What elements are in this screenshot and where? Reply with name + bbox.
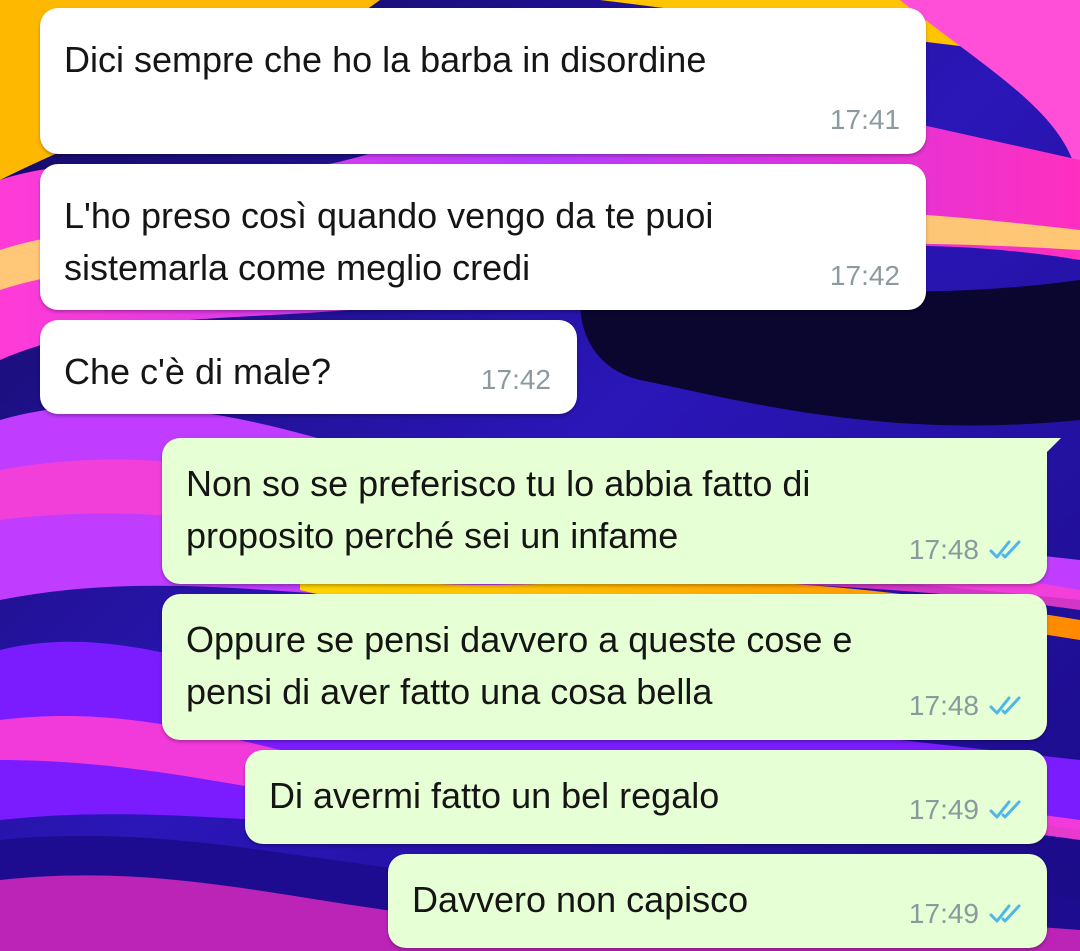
message-bubble-incoming[interactable]: L'ho preso così quando vengo da te puoi …	[40, 164, 926, 310]
message-bubble-outgoing[interactable]: Oppure se pensi davvero a queste cose e …	[162, 594, 1047, 740]
message-timestamp: 17:48	[908, 534, 979, 565]
message-meta: 17:49	[909, 898, 1021, 930]
message-meta: 17:48	[909, 534, 1021, 566]
message-text: Oppure se pensi davvero a queste cose e …	[186, 619, 853, 712]
double-check-icon	[989, 696, 1021, 715]
message-meta: 17:48	[909, 690, 1021, 722]
message-bubble-outgoing[interactable]: Di avermi fatto un bel regalo 17:49	[245, 750, 1047, 844]
bubble-tail	[1043, 438, 1061, 456]
double-check-icon	[989, 540, 1021, 559]
message-timestamp: 17:41	[829, 104, 900, 135]
message-meta: 17:49	[909, 794, 1021, 826]
message-text: L'ho preso così quando vengo da te puoi …	[64, 195, 714, 288]
message-text: Di avermi fatto un bel regalo	[269, 775, 720, 816]
message-text: Dici sempre che ho la barba in disordine	[64, 39, 707, 80]
message-meta: 17:42	[830, 260, 900, 292]
message-timestamp: 17:42	[480, 364, 551, 395]
double-check-icon	[989, 800, 1021, 819]
message-timestamp: 17:48	[908, 690, 979, 721]
message-bubble-outgoing[interactable]: Davvero non capisco 17:49	[388, 854, 1047, 948]
message-meta: 17:41	[830, 104, 900, 136]
message-text: Davvero non capisco	[412, 879, 749, 920]
message-text: Che c'è di male?	[64, 351, 332, 392]
message-timestamp: 17:42	[829, 260, 900, 291]
message-bubble-outgoing[interactable]: Non so se preferisco tu lo abbia fatto d…	[162, 438, 1061, 584]
message-bubble-incoming[interactable]: Dici sempre che ho la barba in disordine…	[40, 8, 926, 154]
message-bubble-incoming[interactable]: Che c'è di male? 17:42	[40, 320, 577, 414]
double-check-icon	[989, 904, 1021, 923]
message-text: Non so se preferisco tu lo abbia fatto d…	[186, 463, 811, 556]
message-timestamp: 17:49	[908, 898, 979, 929]
chat-conversation[interactable]: Dici sempre che ho la barba in disordine…	[0, 0, 1080, 951]
message-meta: 17:42	[481, 364, 551, 396]
message-timestamp: 17:49	[908, 794, 979, 825]
